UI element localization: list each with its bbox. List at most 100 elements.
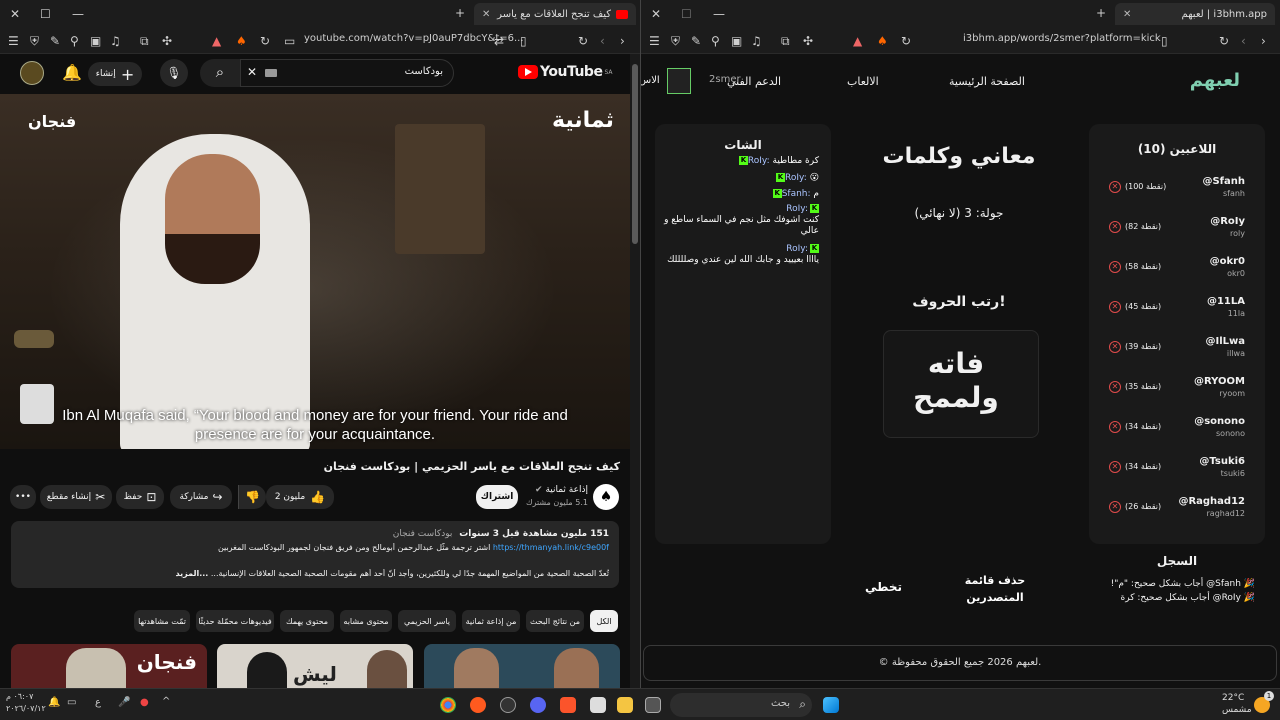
scrollbar-thumb[interactable] (632, 64, 638, 244)
steam-icon[interactable] (500, 697, 516, 713)
language-indicator[interactable]: ع (95, 697, 101, 708)
remove-player-icon[interactable]: ✕ (1109, 501, 1121, 513)
pin-icon[interactable]: ⚲ (70, 34, 79, 48)
menu-icon[interactable]: ☰ (8, 34, 19, 48)
reload-icon[interactable]: ↻ (260, 34, 270, 48)
chip-yasser[interactable]: ياسر الحزيمي (398, 610, 456, 632)
screenshot-icon[interactable]: ⧉ (140, 34, 149, 48)
url-field-right[interactable]: i3bhm.app/words/2smer?platform=kick (963, 33, 1161, 44)
youtube-logo[interactable]: YouTube SA (518, 64, 612, 80)
puzzle-icon-right[interactable]: ✣ (803, 34, 813, 48)
site-logo[interactable]: لعبهم (1190, 70, 1240, 91)
create-button[interactable]: إنشاء + (88, 62, 142, 86)
tab-youtube[interactable]: ✕ كيف تنجح العلاقات مع ياسر الحز (474, 3, 636, 25)
windows-start-icon[interactable] (823, 697, 839, 713)
new-tab-icon[interactable]: + (455, 6, 465, 20)
close-window-icon-right[interactable]: ✕ (651, 7, 661, 21)
remove-player-icon[interactable]: ✕ (1109, 421, 1121, 433)
description-tag[interactable]: بودكاست فنجان (393, 529, 453, 539)
shield-icon[interactable]: ⛨ (30, 34, 39, 48)
page-scrollbar[interactable] (630, 54, 640, 688)
chip-similar[interactable]: محتوى مشابه (340, 610, 392, 632)
menu-icon-right[interactable]: ☰ (649, 34, 660, 48)
remove-player-icon[interactable]: ✕ (1109, 341, 1121, 353)
brave-shield-icon-right[interactable]: ♠ (877, 34, 888, 48)
bell-icon[interactable]: 🔔 (62, 63, 82, 82)
shield-icon-right[interactable]: ⛨ (671, 34, 680, 48)
sidebar-icon-right[interactable]: ▣ (731, 34, 742, 48)
thumbnail-1[interactable]: فنجان (11, 644, 207, 688)
channel-avatar[interactable]: ♠ (593, 484, 619, 510)
maximize-icon[interactable]: ☐ (40, 7, 51, 21)
skip-button[interactable]: تخطي (865, 580, 902, 594)
mic-icon[interactable]: 🎙 (160, 59, 188, 87)
bookmark-icon[interactable]: ▯ (520, 34, 527, 48)
chip-all[interactable]: الكل (590, 610, 618, 632)
reload-icon-right[interactable]: ↻ (901, 34, 911, 48)
tab-i3bhm[interactable]: ✕ لعبهم | i3bhm.app (1115, 3, 1275, 25)
nav-extra[interactable]: الاس (641, 75, 660, 86)
screenshot-icon-right[interactable]: ⧉ (781, 34, 790, 48)
music-icon-right[interactable]: ♫ (751, 34, 762, 48)
thumbnail-3[interactable] (424, 644, 620, 688)
save-button[interactable]: حفظ ⊡ (116, 485, 164, 509)
file-explorer-icon[interactable] (617, 697, 633, 713)
chip-for-you[interactable]: محتوى يهمك (280, 610, 334, 632)
search-icon[interactable]: ⌕ (200, 59, 240, 87)
dislike-button[interactable]: 👎 (238, 485, 266, 509)
ubisoft-icon[interactable] (470, 697, 486, 713)
rewards-icon-right[interactable]: ▲ (853, 34, 862, 48)
microphone-icon[interactable]: 🎤 (118, 697, 130, 708)
remove-player-icon[interactable]: ✕ (1109, 261, 1121, 273)
nav-home[interactable]: الصفحة الرئيسية (949, 75, 1025, 88)
clip-button[interactable]: إنشاء مقطع ✂ (40, 485, 112, 509)
remove-player-icon[interactable]: ✕ (1109, 381, 1121, 393)
weather-widget[interactable]: 22°C مشمس (1222, 692, 1252, 716)
close-tab-icon-right[interactable]: ✕ (1123, 9, 1131, 20)
chip-search-results[interactable]: من نتائج البحث (526, 610, 584, 632)
minimize-icon[interactable]: — (72, 7, 84, 21)
more-actions-button[interactable]: ••• (10, 485, 36, 509)
rewards-icon[interactable]: ▲ (212, 34, 221, 48)
tray-chevron-icon[interactable]: ^ (162, 696, 170, 707)
avatar[interactable] (20, 61, 44, 85)
back-icon[interactable]: ‹ (600, 34, 605, 48)
maximize-icon-right[interactable]: ☐ (681, 7, 692, 21)
music-icon[interactable]: ♫ (110, 34, 121, 48)
like-button[interactable]: 2 مليون 👍 (266, 485, 334, 509)
remove-player-icon[interactable]: ✕ (1109, 301, 1121, 313)
sidebar-icon[interactable]: ▣ (90, 34, 101, 48)
channel-name[interactable]: إذاعة ثمانية (545, 485, 588, 495)
close-window-icon[interactable]: ✕ (10, 7, 20, 21)
puzzle-icon[interactable]: ✣ (162, 34, 172, 48)
show-more-link[interactable]: ...المزيد (175, 569, 208, 578)
keyboard-icon[interactable] (265, 69, 277, 77)
remove-player-icon[interactable]: ✕ (1109, 461, 1121, 473)
notification-bell-icon[interactable]: 🔔 (48, 697, 60, 708)
description-box[interactable]: 151 مليون مشاهدة قبل 3 سنوات بودكاست فنج… (11, 521, 619, 588)
new-tab-icon-right[interactable]: + (1096, 6, 1106, 20)
forward-icon-right[interactable]: › (1261, 34, 1266, 48)
clear-leaderboard-button[interactable]: حذف قائمة المتصدرين (959, 572, 1031, 606)
site-info-icon[interactable]: ▭ (284, 34, 295, 48)
back-icon-right[interactable]: ‹ (1241, 34, 1246, 48)
nav-games[interactable]: الالعاب (847, 75, 879, 88)
url-field[interactable]: youtube.com/watch?v=pJ0auP7dbcY&t=6... (304, 33, 524, 44)
clock[interactable]: ٠٦:٠٧ م ٢٠٢٦/٠٧/١٢ (6, 691, 46, 715)
thumbnail-2[interactable]: ليش (217, 644, 413, 688)
chip-thmanyah[interactable]: من إذاعة ثمانية (462, 610, 520, 632)
remove-player-icon[interactable]: ✕ (1109, 181, 1121, 193)
brave-shield-icon[interactable]: ♠ (236, 34, 247, 48)
share-button[interactable]: مشاركة ↪ (170, 485, 232, 509)
extension-icon[interactable]: ✎ (50, 34, 60, 48)
subscribe-button[interactable]: اشتراك (476, 485, 518, 509)
store-icon[interactable] (590, 697, 606, 713)
forward-icon[interactable]: › (620, 34, 625, 48)
bookmark-icon-right[interactable]: ▯ (1161, 34, 1168, 48)
chip-recent[interactable]: فيديوهات محمّلة حديثًا (196, 610, 274, 632)
share-page-icon[interactable]: ⇄ (494, 34, 504, 48)
discord-icon[interactable] (530, 697, 546, 713)
chrome-icon[interactable] (440, 697, 456, 713)
clear-search-icon[interactable]: ✕ (247, 65, 257, 79)
chip-watched[interactable]: تمّت مشاهدتها (134, 610, 190, 632)
